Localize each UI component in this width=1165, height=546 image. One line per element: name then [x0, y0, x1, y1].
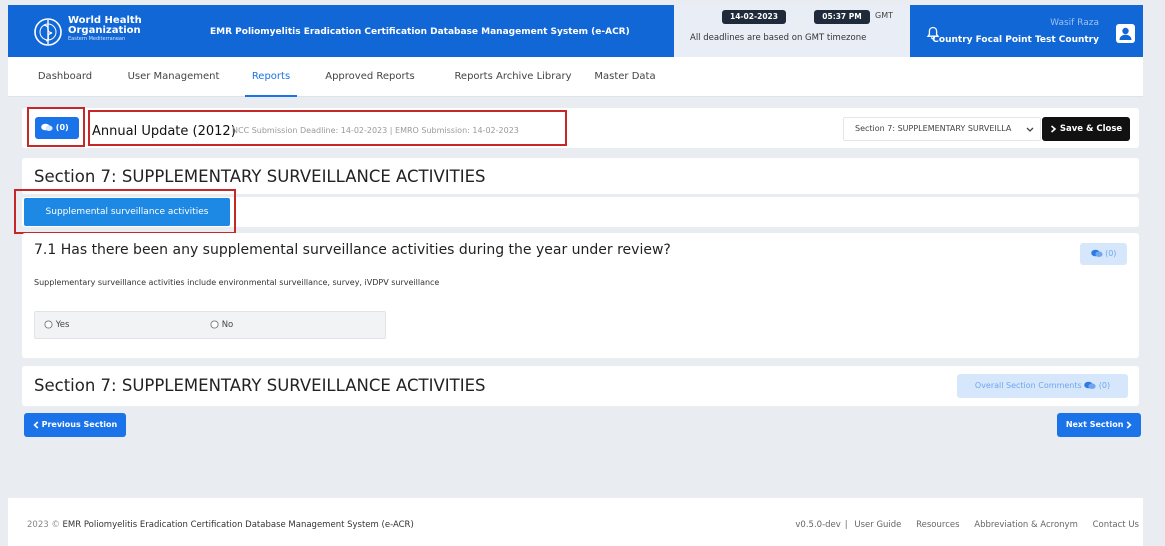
option-yes-label: Yes	[55, 320, 70, 330]
question-7-1: 7.1 Has there been any supplemental surv…	[34, 242, 671, 258]
submission-deadlines: NCC Submission Deadline: 14-02-2023 | EM…	[232, 126, 519, 135]
nav-reports-archive-library[interactable]: Reports Archive Library	[442, 57, 584, 97]
footer-links: v0.5.0-dev | User Guide Resources Abbrevi…	[795, 520, 1139, 530]
radio-icon	[210, 320, 219, 329]
report-comments-count: (0)	[55, 123, 69, 132]
top-header: World Health Organization Eastern Medite…	[8, 5, 1143, 57]
nav-dashboard[interactable]: Dashboard	[30, 57, 100, 97]
date-chip: 14-02-2023	[722, 10, 786, 24]
overall-comments-label: Overall Section Comments	[974, 381, 1082, 390]
nav-master-data[interactable]: Master Data	[592, 57, 658, 97]
user-name[interactable]: Wasif Raza	[1050, 18, 1099, 28]
previous-section-label: Previous Section	[41, 420, 118, 429]
section-select[interactable]: Section 7: SUPPLEMENTARY SURVEILLA	[843, 117, 1041, 141]
chevron-left-icon	[33, 420, 39, 429]
user-role: Country Focal Point Test Country	[932, 35, 1099, 45]
app-title: EMR Poliomyelitis Eradication Certificat…	[210, 27, 630, 37]
tab-supplemental-surveillance[interactable]: Supplemental surveillance activities	[24, 198, 230, 226]
radio-icon	[44, 320, 53, 329]
nav-user-management[interactable]: User Management	[121, 57, 226, 97]
org-region: Eastern Mediterranean	[68, 36, 126, 42]
option-no[interactable]: No	[210, 320, 233, 330]
timezone-label: GMT	[875, 11, 893, 20]
deadline-note: All deadlines are based on GMT timezone	[690, 33, 867, 43]
footer-version: v0.5.0-dev	[795, 520, 841, 530]
footer-copyright: 2023 © EMR Poliomyelitis Eradication Cer…	[27, 520, 414, 530]
save-close-label: Save & Close	[1059, 124, 1123, 134]
footer-year: 2023 ©	[27, 520, 60, 530]
report-title: Annual Update (2012)	[92, 124, 236, 139]
report-comments-button[interactable]: (0)	[35, 117, 79, 139]
option-yes[interactable]: Yes	[44, 320, 69, 330]
comment-icon	[1090, 249, 1103, 257]
comment-icon	[41, 123, 53, 131]
question-comments-button[interactable]: (0)	[1080, 243, 1127, 265]
nav-approved-reports[interactable]: Approved Reports	[317, 57, 423, 97]
question-comments-count: (0)	[1105, 249, 1117, 258]
question-note: Supplementary surveillance activities in…	[34, 278, 440, 287]
main-nav: Dashboard User Management Reports Approv…	[8, 57, 1143, 97]
chevron-down-icon	[1026, 127, 1034, 132]
comment-icon	[1084, 381, 1096, 389]
footer-app-name: EMR Poliomyelitis Eradication Certificat…	[62, 520, 414, 530]
section-footer-title: Section 7: SUPPLEMENTARY SURVEILLANCE AC…	[34, 376, 486, 395]
option-no-label: No	[221, 320, 234, 330]
chevron-right-icon	[1126, 420, 1132, 429]
section-select-value: Section 7: SUPPLEMENTARY SURVEILLA	[855, 124, 1012, 133]
time-panel: 14-02-2023 05:37 PM GMT All deadlines ar…	[674, 5, 910, 57]
footer-link-abbreviation[interactable]: Abbreviation & Acronym	[974, 520, 1078, 530]
answer-options: Yes No	[34, 311, 386, 339]
overall-comments-button[interactable]: Overall Section Comments (0)	[957, 374, 1128, 398]
user-avatar-icon[interactable]	[1116, 24, 1135, 43]
footer-link-contact[interactable]: Contact Us	[1093, 520, 1139, 530]
who-logo-icon	[34, 18, 62, 46]
overall-comments-count: (0)	[1098, 381, 1111, 390]
org-name-line2: Organization	[68, 25, 141, 36]
chevron-right-icon	[1050, 124, 1057, 133]
next-section-button[interactable]: Next Section	[1057, 413, 1141, 437]
nav-reports[interactable]: Reports	[245, 57, 297, 97]
footer-link-resources[interactable]: Resources	[916, 520, 959, 530]
section-title: Section 7: SUPPLEMENTARY SURVEILLANCE AC…	[34, 167, 486, 186]
previous-section-button[interactable]: Previous Section	[24, 413, 126, 437]
next-section-label: Next Section	[1065, 420, 1124, 429]
save-close-button[interactable]: Save & Close	[1042, 117, 1130, 141]
footer-link-user-guide[interactable]: User Guide	[854, 520, 901, 530]
time-chip: 05:37 PM	[814, 10, 870, 24]
